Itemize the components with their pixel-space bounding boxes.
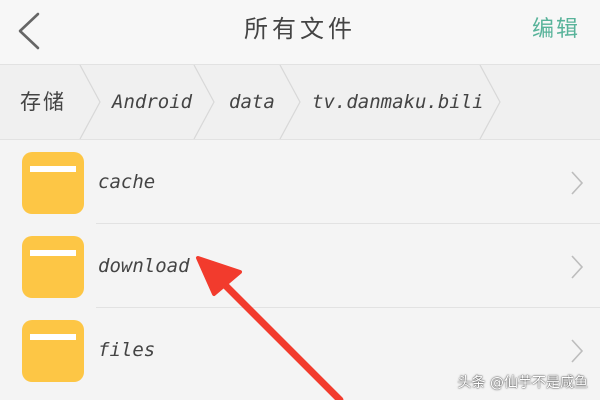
- list-item-label: download: [98, 255, 190, 277]
- breadcrumb: 存储 Android data tv.danmaku.bili: [0, 65, 600, 140]
- breadcrumb-item-data[interactable]: data: [229, 65, 275, 139]
- breadcrumb-separator-icon: [78, 65, 102, 139]
- folder-icon: [22, 236, 84, 298]
- top-bar: 所有文件 编辑: [0, 0, 600, 65]
- folder-icon: [22, 320, 84, 382]
- list-item-label: cache: [98, 171, 156, 193]
- breadcrumb-separator-icon: [278, 65, 302, 139]
- chevron-left-icon: [18, 12, 40, 50]
- breadcrumb-item-android[interactable]: Android: [112, 65, 192, 139]
- file-manager-screen: 所有文件 编辑 存储 Android data tv.danmaku.bili: [0, 0, 600, 400]
- watermark: 头条 @仙芋不是咸鱼: [457, 375, 588, 391]
- page-title: 所有文件: [244, 15, 356, 43]
- breadcrumb-item-storage[interactable]: 存储: [20, 65, 66, 139]
- breadcrumb-separator-icon: [478, 65, 502, 139]
- chevron-right-icon: [570, 254, 584, 280]
- chevron-right-icon: [570, 170, 584, 196]
- list-item-label: files: [98, 339, 156, 361]
- breadcrumb-item-tv-danmaku-bili[interactable]: tv.danmaku.bili: [312, 65, 484, 139]
- folder-icon: [22, 152, 84, 214]
- edit-button[interactable]: 编辑: [532, 10, 580, 50]
- list-item-download[interactable]: download: [0, 224, 600, 308]
- chevron-right-icon: [570, 338, 584, 364]
- list-item-cache[interactable]: cache: [0, 140, 600, 224]
- back-button[interactable]: [10, 8, 50, 54]
- file-list: cache download files: [0, 140, 600, 400]
- breadcrumb-separator-icon: [192, 65, 216, 139]
